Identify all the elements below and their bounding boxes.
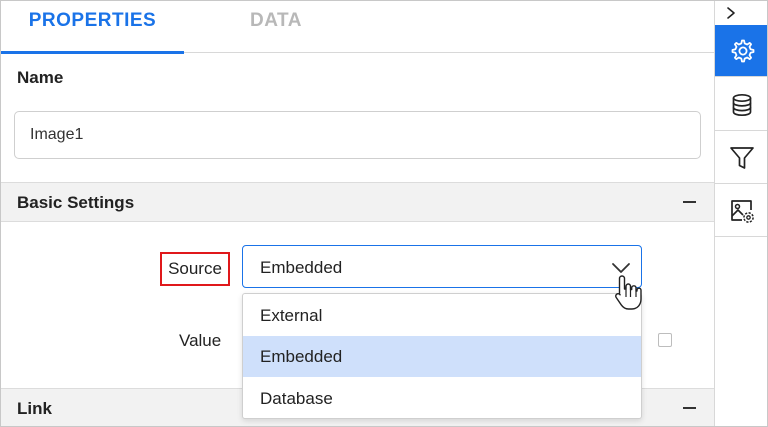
basic-settings-header[interactable]: Basic Settings — [1, 182, 714, 222]
link-title: Link — [17, 399, 52, 418]
properties-panel: PROPERTIES DATA Name Basic Settings Sour… — [0, 0, 768, 427]
gear-icon — [728, 37, 756, 65]
tab-properties[interactable]: PROPERTIES — [1, 1, 184, 54]
source-label: Source — [160, 252, 230, 286]
tab-bar: PROPERTIES DATA — [1, 1, 714, 54]
right-rail — [714, 1, 767, 426]
source-dropdown[interactable]: Embedded — [242, 245, 642, 288]
database-icon — [728, 91, 756, 119]
source-selected-value: Embedded — [260, 258, 343, 277]
chevron-right-icon[interactable] — [715, 1, 767, 25]
filter-icon — [728, 144, 756, 172]
dropdown-option-embedded[interactable]: Embedded — [243, 336, 641, 377]
name-label: Name — [17, 68, 64, 87]
collapse-minus-icon[interactable] — [682, 193, 696, 211]
value-checkbox[interactable] — [658, 333, 672, 347]
filter-rail-button[interactable] — [715, 132, 767, 184]
name-input[interactable] — [14, 111, 701, 159]
data-rail-button[interactable] — [715, 79, 767, 131]
collapse-minus-icon[interactable] — [682, 399, 696, 417]
basic-settings-title: Basic Settings — [17, 193, 135, 212]
source-dropdown-popup: External Embedded Database — [242, 293, 642, 419]
properties-rail-button[interactable] — [715, 25, 767, 77]
dropdown-option-database[interactable]: Database — [243, 378, 641, 418]
value-label: Value — [179, 331, 222, 350]
dropdown-option-external[interactable]: External — [243, 295, 641, 336]
image-settings-icon — [728, 197, 756, 225]
tab-data[interactable]: DATA — [211, 1, 341, 53]
image-settings-rail-button[interactable] — [715, 185, 767, 237]
hand-cursor-icon — [613, 273, 643, 318]
